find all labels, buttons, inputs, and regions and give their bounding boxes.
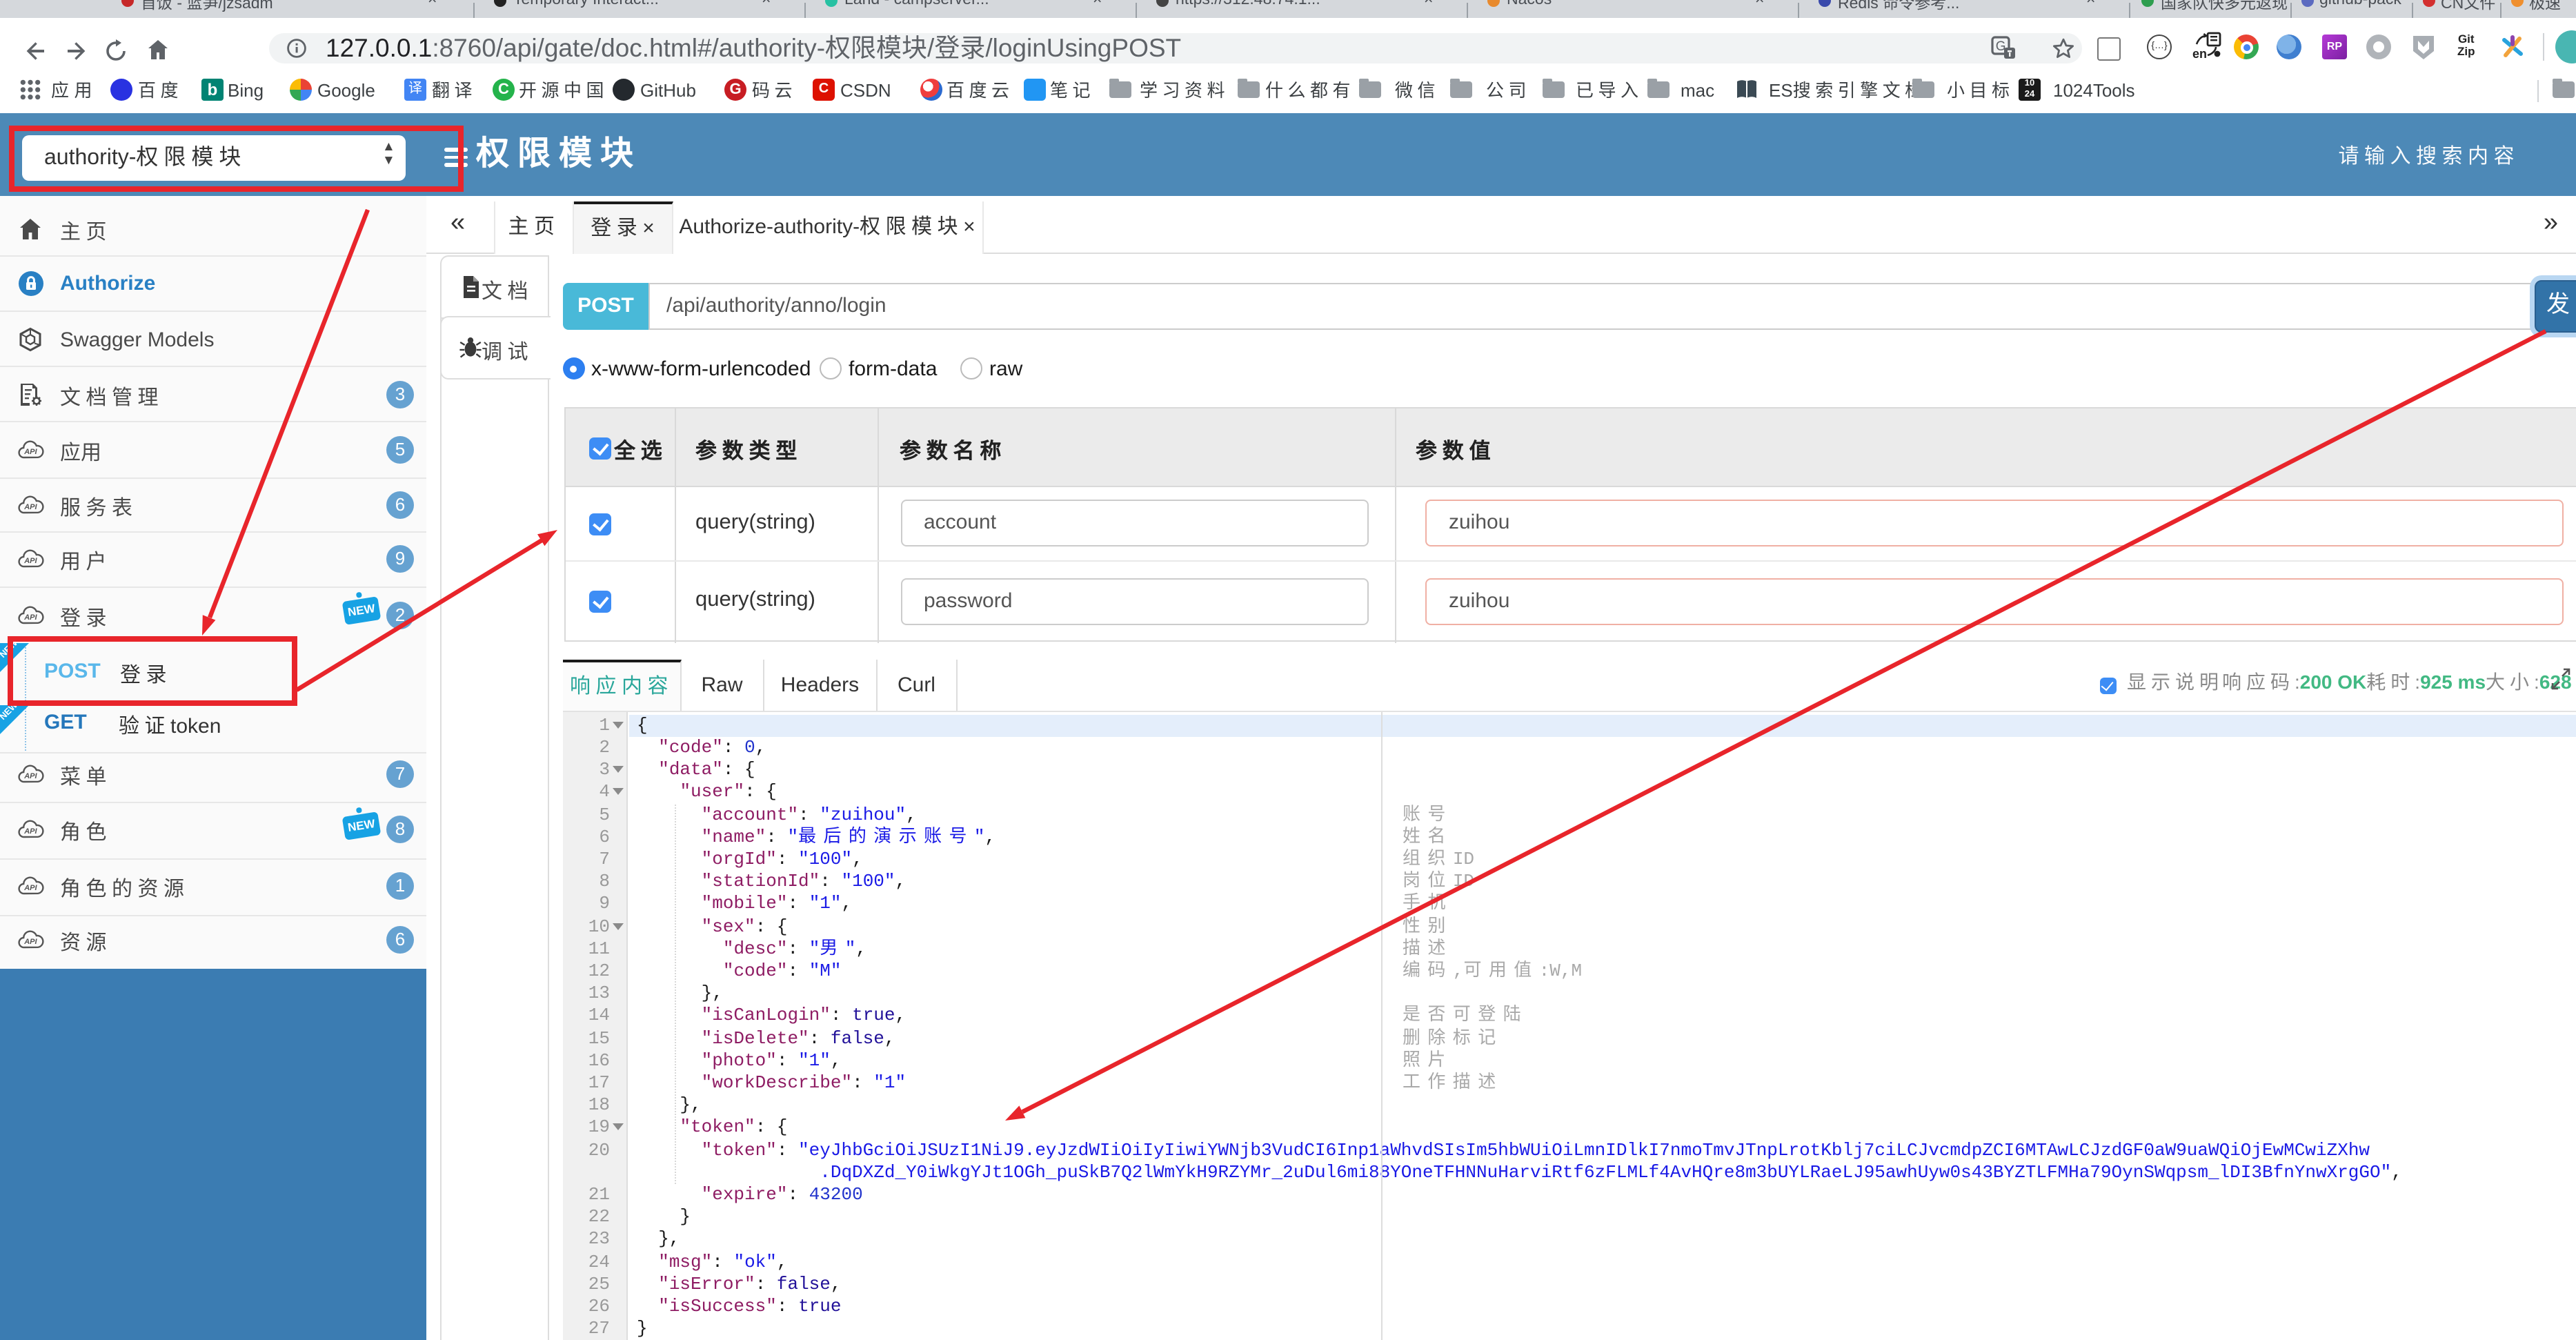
svg-text:API: API (23, 938, 37, 946)
svg-text:API: API (23, 884, 37, 892)
svg-text:API: API (23, 827, 37, 836)
svg-text:API: API (23, 613, 37, 622)
svg-text:API: API (23, 557, 37, 565)
svg-text:API: API (23, 772, 37, 780)
svg-text:API: API (23, 502, 37, 511)
svg-text:API: API (23, 448, 37, 456)
svg-text:en: en (2192, 47, 2207, 61)
